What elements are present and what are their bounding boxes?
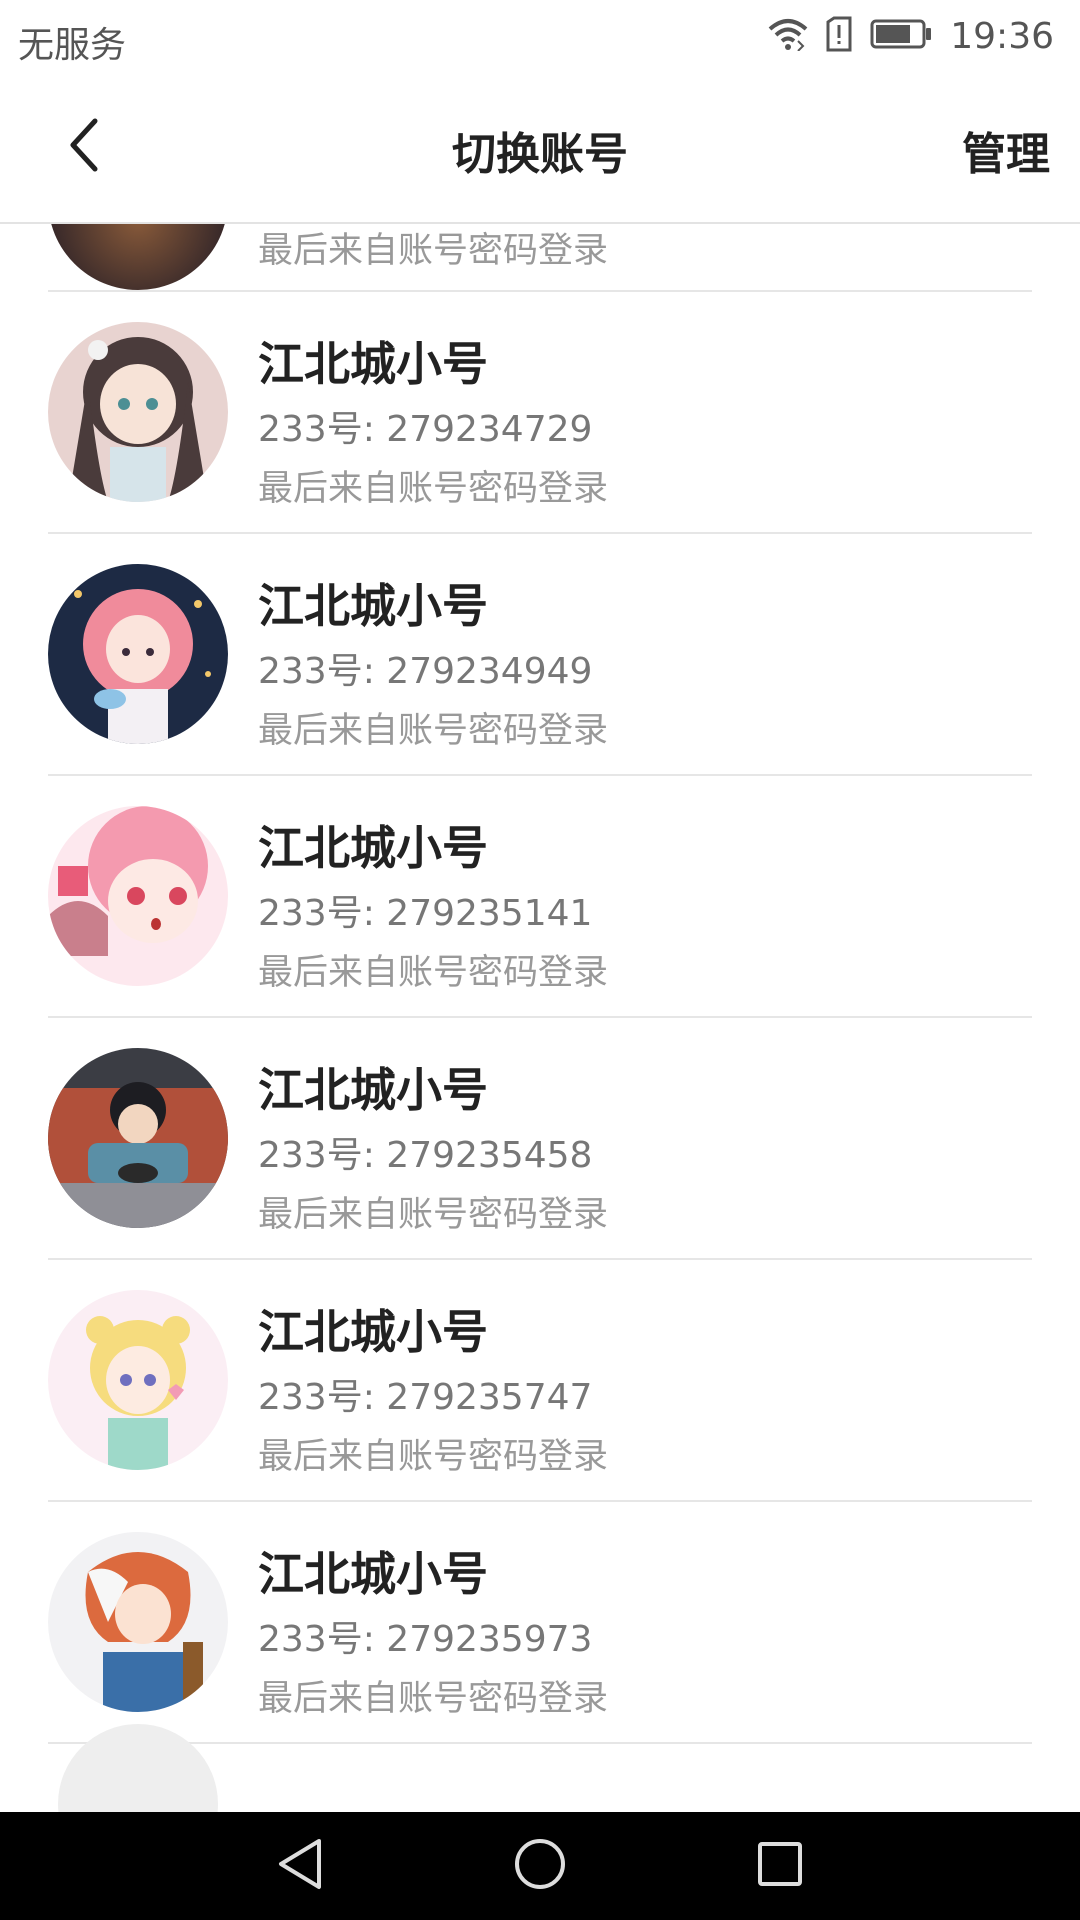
account-id: 233号: 279235141: [258, 893, 593, 934]
sim-alert-icon: [826, 16, 852, 56]
last-login-text: 最后来自账号密码登录: [258, 711, 609, 751]
app-header: 切换账号 管理: [0, 74, 1080, 224]
status-icons: 19:36: [768, 14, 1054, 58]
account-row[interactable]: 江北城小号 233号: 279234729 最后来自账号密码登录: [0, 292, 1080, 534]
account-row[interactable]: 江北城小号 233号: 279235973 最后来自账号密码登录: [0, 1502, 1080, 1744]
page-title: 切换账号: [452, 129, 628, 180]
account-name: 江北城小号: [258, 821, 488, 875]
avatar: [48, 1290, 228, 1470]
recents-square-icon: [756, 1840, 804, 1892]
last-login-text: 最后来自账号密码登录: [258, 1437, 609, 1477]
account-row[interactable]: 江北城小号 233号: 279235141 最后来自账号密码登录: [0, 776, 1080, 1018]
status-bar: 无服务 19:36: [0, 0, 1080, 74]
account-list: 最后来自账号密码登录 江北城小号 233号: 279234729 最后来自账号密…: [0, 224, 1080, 1812]
battery-icon: [870, 19, 932, 53]
last-login-text: 最后来自账号密码登录: [258, 231, 609, 271]
avatar: [48, 322, 228, 502]
last-login-text: 最后来自账号密码登录: [258, 1679, 609, 1719]
account-name: 江北城小号: [258, 1063, 488, 1117]
avatar: [48, 806, 228, 986]
account-name: 江北城小号: [258, 1305, 488, 1359]
last-login-text: 最后来自账号密码登录: [258, 953, 609, 993]
system-nav-bar: [0, 1812, 1080, 1920]
account-id: 233号: 279235747: [258, 1377, 593, 1418]
account-id: 233号: 279234729: [258, 409, 593, 450]
account-name: 江北城小号: [258, 1547, 488, 1601]
account-id: 233号: 279234949: [258, 651, 593, 692]
avatar: [48, 1048, 228, 1228]
nav-home-button[interactable]: [510, 1836, 570, 1896]
avatar: [48, 224, 228, 290]
clock-time: 19:36: [950, 15, 1054, 57]
account-row[interactable]: 江北城小号 233号: 279235747 最后来自账号密码登录: [0, 1260, 1080, 1502]
account-id: 233号: 279235458: [258, 1135, 593, 1176]
nav-recents-button[interactable]: [750, 1836, 810, 1896]
account-row[interactable]: 江北城小号 233号: 279234949 最后来自账号密码登录: [0, 534, 1080, 776]
divider: [48, 1742, 1032, 1744]
wifi-icon: [768, 17, 808, 55]
account-name: 江北城小号: [258, 337, 488, 391]
nav-back-button[interactable]: [270, 1836, 330, 1896]
account-row[interactable]: 江北城小号 233号: 279235458 最后来自账号密码登录: [0, 1018, 1080, 1260]
account-row-partial[interactable]: 最后来自账号密码登录: [0, 224, 1080, 292]
avatar: [48, 1532, 228, 1712]
carrier-text: 无服务: [18, 25, 127, 66]
last-login-text: 最后来自账号密码登录: [258, 469, 609, 509]
last-login-text: 最后来自账号密码登录: [258, 1195, 609, 1235]
account-name: 江北城小号: [258, 579, 488, 633]
home-circle-icon: [513, 1837, 567, 1895]
back-triangle-icon: [275, 1837, 325, 1895]
avatar: [48, 564, 228, 744]
account-id: 233号: 279235973: [258, 1619, 593, 1660]
manage-button[interactable]: 管理: [962, 118, 1050, 182]
